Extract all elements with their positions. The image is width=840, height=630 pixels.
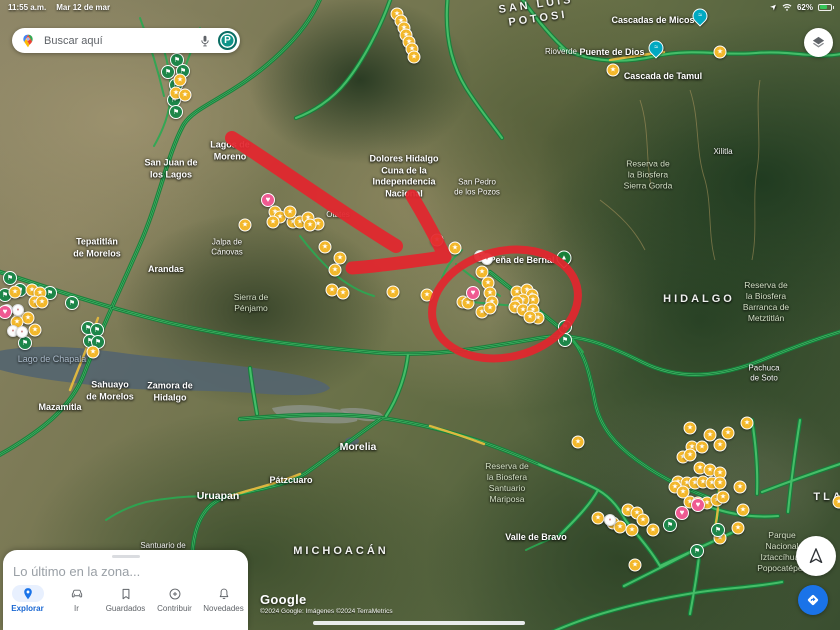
battery-percent: 62% — [797, 3, 813, 12]
map-pin-wp[interactable]: • — [16, 326, 28, 338]
map-pin-ys[interactable]: ★ — [304, 219, 317, 232]
battery-icon — [818, 4, 832, 11]
map-pin-ys[interactable]: ★ — [592, 512, 605, 525]
map-pin-gf[interactable]: ⚑ — [711, 523, 725, 537]
map-pin-ys[interactable]: ★ — [737, 504, 750, 517]
map-pin-ys[interactable]: ★ — [9, 286, 22, 299]
bottom-navigation: Explorar Ir Guardados Contribuir — [3, 585, 248, 613]
map-pin-ph[interactable]: ♥ — [675, 506, 689, 520]
map-pin-ys[interactable]: ★ — [431, 234, 444, 247]
map-pin-gf[interactable]: ⚑ — [558, 320, 572, 334]
zone-latest-prompt: Lo último en la zona... — [3, 564, 248, 585]
tab-guardados[interactable]: Guardados — [101, 585, 150, 613]
bookmark-icon — [110, 585, 142, 602]
map-pin-ys[interactable]: ★ — [717, 491, 730, 504]
status-bar: 11:55 a.m. Mar 12 de mar ➤ 62% — [0, 0, 840, 14]
layers-icon — [811, 35, 826, 50]
map-pin-ys[interactable]: ★ — [449, 242, 462, 255]
map-pin-ys[interactable]: ★ — [626, 524, 639, 537]
map-pin-ys[interactable]: ★ — [572, 436, 585, 449]
tab-ir[interactable]: Ir — [52, 585, 101, 613]
map-pin-ys[interactable]: ★ — [741, 417, 754, 430]
search-bar[interactable]: P — [12, 28, 240, 53]
map-pin-ys[interactable]: ★ — [174, 74, 187, 87]
drag-handle[interactable] — [112, 555, 140, 558]
map-pin-ys[interactable]: ★ — [732, 522, 745, 535]
date: Mar 12 de mar — [56, 3, 110, 12]
map-pin-gf[interactable]: ⚑ — [65, 296, 79, 310]
map-pin-gf[interactable]: ⚑ — [169, 105, 183, 119]
map-pin-ph[interactable]: ♥ — [0, 305, 12, 319]
map-pin-ys[interactable]: ★ — [722, 427, 735, 440]
map-pin-tw[interactable]: ≈ — [645, 37, 666, 58]
wifi-icon — [782, 3, 792, 11]
map-pin-ys[interactable]: ★ — [696, 441, 709, 454]
home-indicator[interactable] — [313, 621, 525, 625]
search-input[interactable] — [42, 34, 192, 48]
plus-circle-icon — [159, 585, 191, 602]
map-pin-ys[interactable]: ★ — [408, 51, 421, 64]
bell-icon — [208, 585, 240, 602]
map-pin-ys[interactable]: ★ — [629, 559, 642, 572]
tab-contribuir[interactable]: Contribuir — [150, 585, 199, 613]
map-pin-ys[interactable]: ★ — [421, 289, 434, 302]
map-pin-ys[interactable]: ★ — [714, 477, 727, 490]
directions-diamond-icon — [805, 592, 821, 608]
map-pin-ys[interactable]: ★ — [714, 46, 727, 59]
map-pin-ys[interactable]: ★ — [179, 89, 192, 102]
car-icon — [61, 585, 93, 602]
layers-button[interactable] — [804, 28, 833, 57]
map-pin-gf[interactable]: ⚑ — [18, 336, 32, 350]
map-pin-wp[interactable]: • — [12, 304, 24, 316]
map-pin-ys[interactable]: ★ — [29, 324, 42, 337]
map-pin-ys[interactable]: ★ — [484, 302, 497, 315]
map-pin-ph[interactable]: ♥ — [466, 286, 480, 300]
map-pin-ys[interactable]: ★ — [684, 422, 697, 435]
map-pins-layer: ≈≈★★★★★★★★★⚑⚑⚑⚑⚑⚑★★★♥★★★★★★★★★★★★★★★★★★★… — [0, 0, 840, 630]
tab-explorar[interactable]: Explorar — [3, 585, 52, 613]
tab-novedades[interactable]: Novedades — [199, 585, 248, 613]
map-pin-ys[interactable]: ★ — [684, 449, 697, 462]
map-pin-gf[interactable]: ⚑ — [3, 271, 17, 285]
map-pin-icon — [12, 585, 44, 602]
google-maps-pin-icon — [21, 34, 35, 48]
map-pin-gf[interactable]: ⚑ — [558, 333, 572, 347]
location-arrow-icon: ➤ — [769, 2, 779, 12]
map-pin-ys[interactable]: ★ — [337, 287, 350, 300]
map-pin-ys[interactable]: ★ — [607, 64, 620, 77]
map-pin-ys[interactable]: ★ — [833, 496, 840, 509]
bottom-sheet[interactable]: Lo último en la zona... Explorar Ir Guar… — [3, 550, 248, 630]
google-maps-app: SAN LUIS POTOSICascadas de MicosPuente d… — [0, 0, 840, 630]
map-pin-ys[interactable]: ★ — [329, 264, 342, 277]
map-pin-ys[interactable]: ★ — [87, 346, 100, 359]
directions-fab[interactable] — [798, 585, 828, 615]
map-pin-ph[interactable]: ♥ — [691, 498, 705, 512]
map-pin-ys[interactable]: ★ — [319, 241, 332, 254]
microphone-icon[interactable] — [198, 34, 212, 48]
clock: 11:55 a.m. — [8, 3, 46, 12]
account-avatar[interactable]: P — [218, 31, 237, 50]
map-pin-gf[interactable]: ⚑ — [690, 544, 704, 558]
map-pin-ys[interactable]: ★ — [734, 481, 747, 494]
map-pin-ys[interactable]: ★ — [36, 296, 49, 309]
map-pin-gm[interactable]: ▲ — [553, 247, 574, 268]
map-pin-wp[interactable]: • — [604, 514, 616, 526]
navigation-arrow-icon — [807, 547, 825, 565]
map-pin-wp[interactable]: • — [481, 253, 493, 265]
map-pin-ys[interactable]: ★ — [524, 311, 537, 324]
map-pin-gf[interactable]: ⚑ — [663, 518, 677, 532]
my-location-button[interactable] — [796, 536, 836, 576]
map-pin-ys[interactable]: ★ — [239, 219, 252, 232]
map-pin-ys[interactable]: ★ — [387, 286, 400, 299]
map-pin-ys[interactable]: ★ — [714, 439, 727, 452]
map-pin-ys[interactable]: ★ — [647, 524, 660, 537]
map-pin-ys[interactable]: ★ — [267, 216, 280, 229]
